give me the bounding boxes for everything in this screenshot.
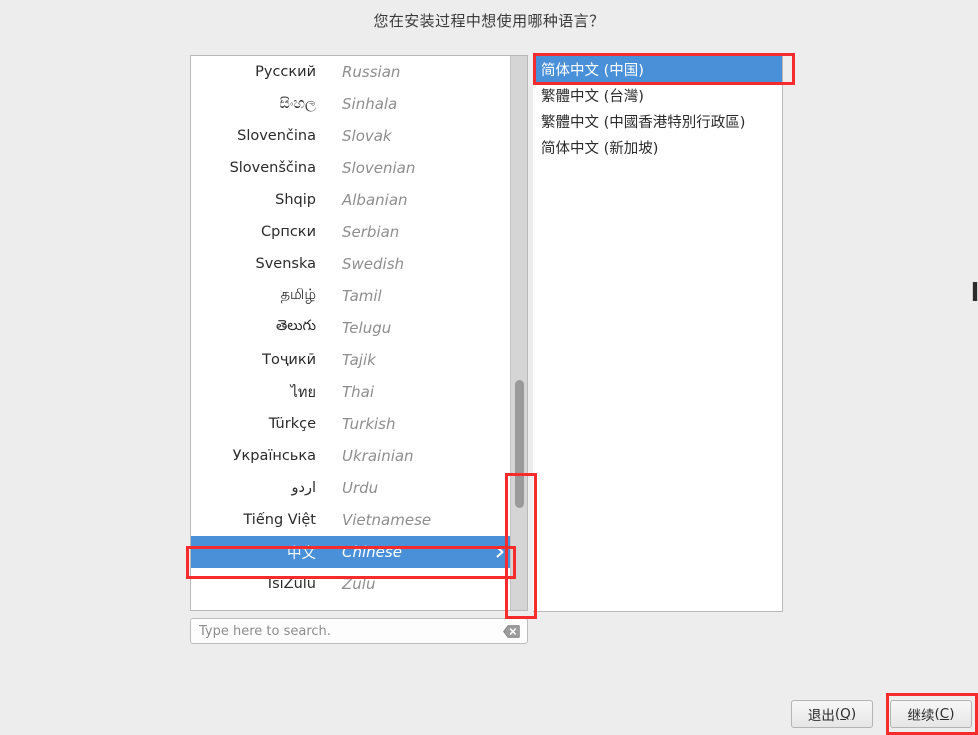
language-native-name: Русский <box>255 64 316 80</box>
language-row[interactable]: Tiếng Việt Vietnamese <box>191 504 511 536</box>
language-english-name: Swedish <box>342 255 405 273</box>
language-row[interactable]: Тоҷикӣ Tajik <box>191 344 511 376</box>
continue-button-accel: (C) <box>934 706 955 722</box>
chevron-right-icon <box>495 546 505 558</box>
language-english-name: Urdu <box>342 479 379 497</box>
language-english-name: Telugu <box>342 319 392 337</box>
language-native-name: Українська <box>232 448 316 464</box>
language-native-name: 中文 <box>287 545 316 562</box>
language-native-name: తెలుగు <box>275 318 316 334</box>
language-row[interactable]: Српски Serbian <box>191 216 511 248</box>
variant-row[interactable]: 繁體中文 (台灣) <box>533 82 782 108</box>
language-native-name: Türkçe <box>268 416 316 432</box>
language-row[interactable]: Shqip Albanian <box>191 184 511 216</box>
language-native-name: Tiếng Việt <box>243 512 316 528</box>
quit-button-accel: (Q) <box>834 706 857 722</box>
language-row[interactable]: ไทย Thai <box>191 376 511 408</box>
variant-row[interactable]: 简体中文 (新加坡) <box>533 134 782 160</box>
language-native-name: اردو <box>291 480 317 496</box>
language-row[interactable]: اردو Urdu <box>191 472 511 504</box>
language-english-name: Tamil <box>342 287 382 305</box>
language-english-name: Vietnamese <box>342 511 432 529</box>
language-variant-list[interactable]: 简体中文 (中国) 繁體中文 (台灣) 繁體中文 (中國香港特別行政區) 简体中文 (… <box>533 55 783 612</box>
language-native-name: ไทย <box>290 384 316 401</box>
language-english-name: Albanian <box>342 191 408 209</box>
language-english-name: Chinese <box>342 543 402 561</box>
language-english-name: Slovak <box>342 127 392 145</box>
language-english-name: Sinhala <box>342 95 398 113</box>
variant-list-rows: 简体中文 (中国) 繁體中文 (台灣) 繁體中文 (中國香港特別行政區) 简体中文 (… <box>533 56 782 160</box>
language-native-name: සිංහල <box>279 96 316 112</box>
language-list-scrollbar[interactable] <box>510 56 527 610</box>
language-english-name: Slovenian <box>342 159 416 177</box>
language-english-name: Zulu <box>342 575 376 593</box>
language-native-name: IsiZulu <box>267 576 316 592</box>
language-row[interactable]: Svenska Swedish <box>191 248 511 280</box>
language-row[interactable]: IsiZulu Zulu <box>191 568 511 600</box>
language-native-name: தமிழ் <box>280 287 316 303</box>
language-row[interactable]: Slovenčina Slovak <box>191 120 511 152</box>
language-row[interactable]: Slovenščina Slovenian <box>191 152 511 184</box>
language-english-name: Thai <box>342 383 375 401</box>
search-input[interactable] <box>191 619 499 643</box>
variant-row[interactable]: 繁體中文 (中國香港特別行政區) <box>533 108 782 134</box>
language-list[interactable]: Русский Russian සිංහල Sinhala Slovenčina Slov… <box>190 55 528 611</box>
continue-button-label: 继续 <box>907 708 935 724</box>
language-list-rows: Русский Russian සිංහල Sinhala Slovenčina Slov… <box>191 56 511 600</box>
language-native-name: Slovenščina <box>229 160 316 176</box>
search-box[interactable] <box>190 618 528 644</box>
language-row[interactable]: Українська Ukrainian <box>191 440 511 472</box>
language-native-name: Slovenčina <box>237 128 316 144</box>
variant-row[interactable]: 简体中文 (中国) <box>533 56 782 82</box>
quit-button[interactable]: 退出 (Q) <box>791 700 873 728</box>
language-native-name: Српски <box>261 224 316 240</box>
window-edge-scrollbar-artifact[interactable] <box>972 282 978 301</box>
language-row[interactable]: Русский Russian <box>191 56 511 88</box>
language-native-name: Svenska <box>255 256 316 272</box>
clear-search-icon[interactable] <box>499 619 527 643</box>
scrollbar-thumb[interactable] <box>515 380 524 508</box>
language-row[interactable]: తెలుగు Telugu <box>191 312 511 344</box>
page-title: 您在安装过程中想使用哪种语言？ <box>373 12 605 30</box>
language-english-name: Turkish <box>342 415 396 433</box>
language-english-name: Serbian <box>342 223 400 241</box>
language-english-name: Tajik <box>342 351 376 369</box>
language-native-name: Shqip <box>275 192 316 208</box>
quit-button-label: 退出 <box>807 708 835 724</box>
language-english-name: Ukrainian <box>342 447 414 465</box>
language-row[interactable]: 中文 Chinese <box>191 536 511 568</box>
language-row[interactable]: Türkçe Turkish <box>191 408 511 440</box>
language-row[interactable]: தமிழ் Tamil <box>191 280 511 312</box>
continue-button[interactable]: 继续 (C) <box>890 700 972 728</box>
language-native-name: Тоҷикӣ <box>262 352 316 368</box>
language-english-name: Russian <box>342 63 401 81</box>
language-row[interactable]: සිංහල Sinhala <box>191 88 511 120</box>
